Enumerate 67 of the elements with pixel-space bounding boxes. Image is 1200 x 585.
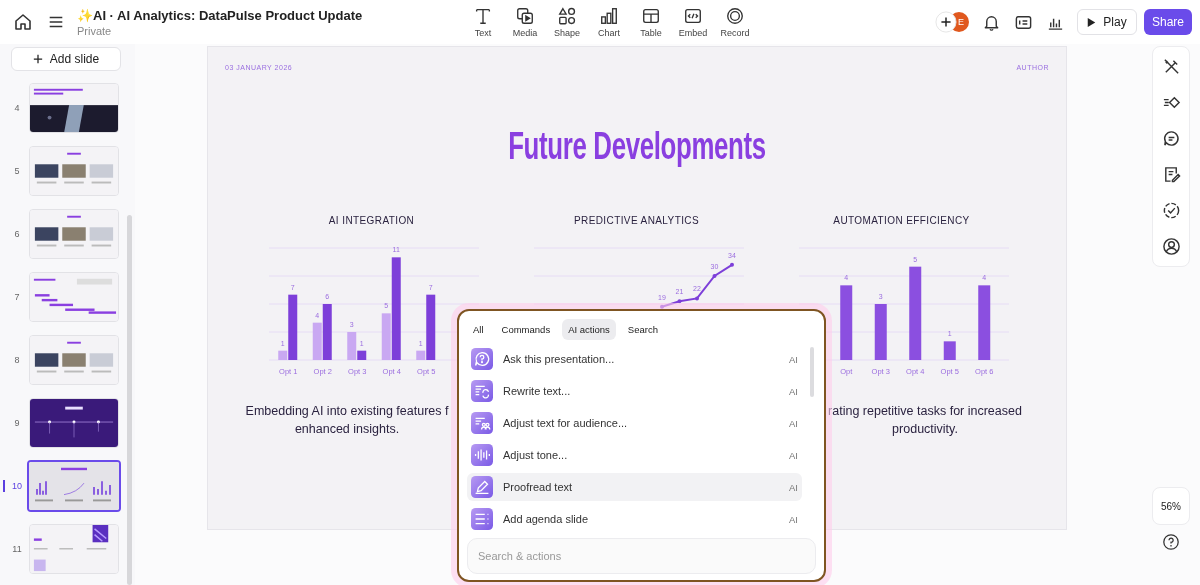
insert-tool-button[interactable]: Text	[464, 6, 502, 38]
slide-title: Future Developments	[507, 124, 767, 168]
list-icon	[471, 508, 493, 530]
data-point	[695, 296, 699, 301]
slide-number: 11	[11, 544, 23, 554]
text-icon	[473, 6, 493, 26]
insert-tool-button[interactable]: Media	[506, 6, 544, 38]
slide-number: 5	[13, 166, 21, 176]
action-item[interactable]: Rewrite text... AI	[467, 377, 802, 405]
data-point	[677, 299, 682, 304]
data-point	[660, 304, 664, 309]
slide-number: 7	[13, 292, 21, 302]
question-bubble-icon	[471, 348, 493, 370]
record-icon	[725, 6, 745, 26]
insert-tool-button[interactable]: Embed	[674, 6, 712, 38]
presentation-title[interactable]: ✨AI · AI Analytics: DataPulse Product Update	[77, 7, 464, 23]
insert-tool-button[interactable]: Record	[716, 6, 754, 38]
plus-icon	[32, 54, 43, 64]
action-item[interactable]: Adjust tone... AI	[467, 441, 802, 469]
slide-number: 4	[13, 103, 21, 113]
filter-tab[interactable]: All	[467, 319, 490, 340]
share-button[interactable]: Share	[1144, 9, 1192, 35]
chart-description: rating repetitive tasks for increased productivity.	[827, 403, 1023, 438]
scrollbar[interactable]	[127, 215, 132, 585]
add-slide-button[interactable]: Add slide	[11, 47, 121, 71]
chart-title: AI INTEGRATION	[328, 215, 415, 226]
filter-tab[interactable]: AI actions	[562, 319, 616, 340]
table-icon	[641, 6, 661, 26]
comment-icon[interactable]	[1161, 129, 1181, 148]
search-field[interactable]: Search & actions	[467, 538, 816, 574]
insert-tool-button[interactable]: Table	[632, 6, 670, 38]
help-icon[interactable]	[1162, 533, 1180, 551]
check-circle-icon[interactable]	[1161, 201, 1181, 220]
filter-tab[interactable]: Commands	[495, 319, 557, 340]
insert-tool-button[interactable]: Shape	[548, 6, 586, 38]
slide-number: 8	[13, 355, 21, 365]
waveform-icon	[471, 444, 493, 466]
insert-tool-button[interactable]: Chart	[590, 6, 628, 38]
play-icon	[1087, 16, 1097, 28]
user-icon[interactable]	[1161, 237, 1181, 256]
slide-number: 6	[13, 229, 21, 239]
audience-icon	[471, 412, 493, 434]
slide-number: 9	[13, 418, 21, 428]
media-icon	[515, 6, 535, 26]
add-collaborator-icon[interactable]	[935, 11, 957, 33]
slide-thumbnail[interactable]	[27, 460, 121, 512]
shapes-icon	[557, 6, 577, 26]
data-point	[730, 262, 734, 267]
chart-description: Embedding AI into existing features f enhanced insights.	[244, 403, 450, 438]
filter-tab[interactable]: Search	[621, 319, 664, 340]
action-item[interactable]: Ask this presentation... AI	[467, 345, 802, 373]
chart-title: AUTOMATION EFFICIENCY	[833, 215, 970, 226]
bar-chart-icon	[599, 6, 619, 26]
rewrite-icon	[471, 380, 493, 402]
action-item[interactable]: Add agenda slide AI	[467, 505, 802, 533]
action-item[interactable]: Adjust text for audience... AI	[467, 409, 802, 437]
home-icon[interactable]	[13, 12, 33, 32]
pencil-icon	[471, 476, 493, 498]
visibility-label: Private	[77, 24, 113, 37]
code-icon	[683, 6, 703, 26]
play-button[interactable]: Play	[1077, 9, 1137, 35]
zoom-level-button[interactable]: 56%	[1152, 487, 1190, 525]
scrollbar[interactable]	[810, 347, 814, 397]
chart-title: PREDICTIVE ANALYTICS	[573, 215, 700, 226]
slide-number: 10	[11, 481, 23, 491]
action-item[interactable]: Proofread text AI	[467, 473, 802, 501]
data-point	[712, 274, 717, 278]
